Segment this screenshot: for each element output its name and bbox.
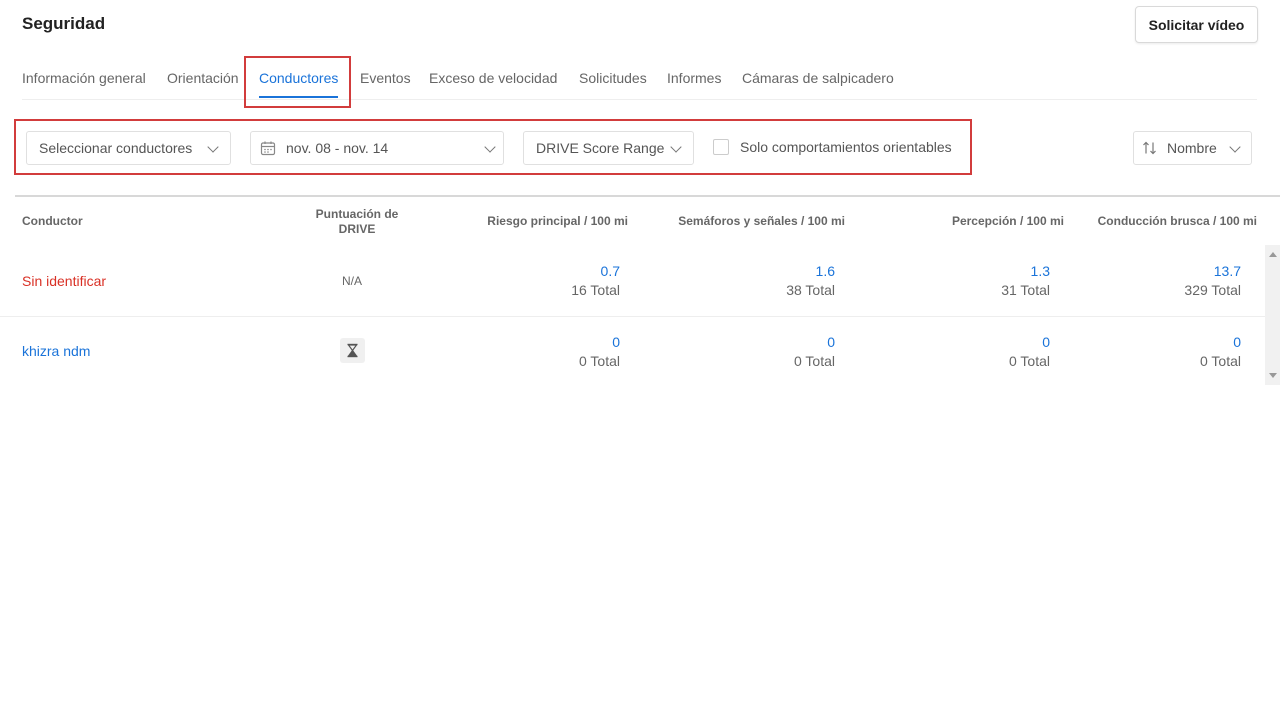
active-tab-underline (259, 96, 339, 98)
tab-requests[interactable]: Solicitudes (579, 60, 647, 98)
traffic-signs-total: 38 Total (786, 282, 835, 298)
sort-label: Nombre (1167, 140, 1217, 156)
top-risk-rate[interactable]: 0 (520, 333, 620, 352)
sort-dropdown[interactable]: Nombre (1133, 131, 1252, 165)
perception-cell: 1.3 31 Total (950, 262, 1050, 300)
scroll-up-arrow-icon[interactable] (1269, 252, 1277, 257)
traffic-signs-rate[interactable]: 1.6 (735, 262, 835, 281)
section-divider (15, 195, 1280, 197)
col-header-perception[interactable]: Percepción / 100 mi (914, 214, 1064, 228)
tab-reports[interactable]: Informes (667, 60, 721, 98)
tab-dashcams[interactable]: Cámaras de salpicadero (742, 60, 894, 98)
tab-bar: Información general Orientación Conducto… (22, 60, 1257, 100)
col-header-top-risk[interactable]: Riesgo principal / 100 mi (478, 214, 628, 228)
tab-coaching[interactable]: Orientación (167, 60, 239, 98)
traffic-signs-cell: 1.6 38 Total (735, 262, 835, 300)
hourglass-icon (340, 338, 365, 363)
tab-drivers[interactable]: Conductores (259, 60, 339, 98)
request-video-button[interactable]: Solicitar vídeo (1135, 6, 1258, 43)
scroll-down-arrow-icon[interactable] (1269, 373, 1277, 378)
col-header-drive-score-line1: Puntuación de (315, 207, 399, 221)
perception-rate[interactable]: 0 (950, 333, 1050, 352)
date-range-picker[interactable]: nov. 08 - nov. 14 (250, 131, 504, 165)
traffic-signs-total: 0 Total (794, 353, 835, 369)
driver-link-khizra-ndm[interactable]: khizra ndm (22, 343, 90, 359)
harsh-driving-cell: 0 0 Total (1141, 333, 1241, 371)
chevron-down-icon (207, 141, 219, 153)
harsh-driving-rate[interactable]: 0 (1141, 333, 1241, 352)
col-header-drive-score[interactable]: Puntuación de DRIVE (292, 207, 422, 237)
perception-cell: 0 0 Total (950, 333, 1050, 371)
chevron-down-icon (1229, 141, 1241, 153)
perception-total: 0 Total (1009, 353, 1050, 369)
page-title: Seguridad (22, 14, 106, 33)
tab-drivers-label: Conductores (259, 70, 339, 86)
chevron-down-icon (484, 141, 496, 153)
row-divider (0, 316, 1265, 317)
top-risk-rate[interactable]: 0.7 (520, 262, 620, 281)
tab-events[interactable]: Eventos (360, 60, 411, 98)
tab-general-info[interactable]: Información general (22, 60, 146, 98)
col-header-drive-score-line2: DRIVE (338, 222, 376, 236)
harsh-driving-cell: 13.7 329 Total (1141, 262, 1241, 300)
harsh-driving-rate[interactable]: 13.7 (1141, 262, 1241, 281)
harsh-driving-total: 329 Total (1184, 282, 1241, 298)
score-range-label: DRIVE Score Range (536, 140, 665, 156)
top-risk-total: 0 Total (579, 353, 620, 369)
table-scrollbar[interactable] (1265, 245, 1280, 385)
col-header-harsh-driving[interactable]: Conducción brusca / 100 mi (1080, 214, 1257, 228)
driver-select-dropdown[interactable]: Seleccionar conductores (26, 131, 231, 165)
driver-select-label: Seleccionar conductores (39, 140, 193, 156)
coachable-only-label: Solo comportamientos orientables (740, 139, 952, 155)
perception-rate[interactable]: 1.3 (950, 262, 1050, 281)
harsh-driving-total: 0 Total (1200, 353, 1241, 369)
date-range-label: nov. 08 - nov. 14 (286, 140, 389, 156)
drive-score-value: N/A (342, 274, 363, 288)
top-risk-cell: 0.7 16 Total (520, 262, 620, 300)
perception-total: 31 Total (1001, 282, 1050, 298)
calendar-icon (260, 141, 276, 156)
sort-icon (1143, 141, 1156, 155)
top-risk-total: 16 Total (571, 282, 620, 298)
coachable-only-checkbox[interactable] (713, 139, 729, 155)
traffic-signs-cell: 0 0 Total (735, 333, 835, 371)
tab-speeding[interactable]: Exceso de velocidad (429, 60, 557, 98)
driver-link-unidentified[interactable]: Sin identificar (22, 273, 106, 289)
chevron-down-icon (670, 141, 682, 153)
col-header-traffic-signs[interactable]: Semáforos y señales / 100 mi (655, 214, 845, 228)
top-risk-cell: 0 0 Total (520, 333, 620, 371)
score-range-dropdown[interactable]: DRIVE Score Range (523, 131, 694, 165)
traffic-signs-rate[interactable]: 0 (735, 333, 835, 352)
col-header-driver[interactable]: Conductor (22, 214, 83, 228)
